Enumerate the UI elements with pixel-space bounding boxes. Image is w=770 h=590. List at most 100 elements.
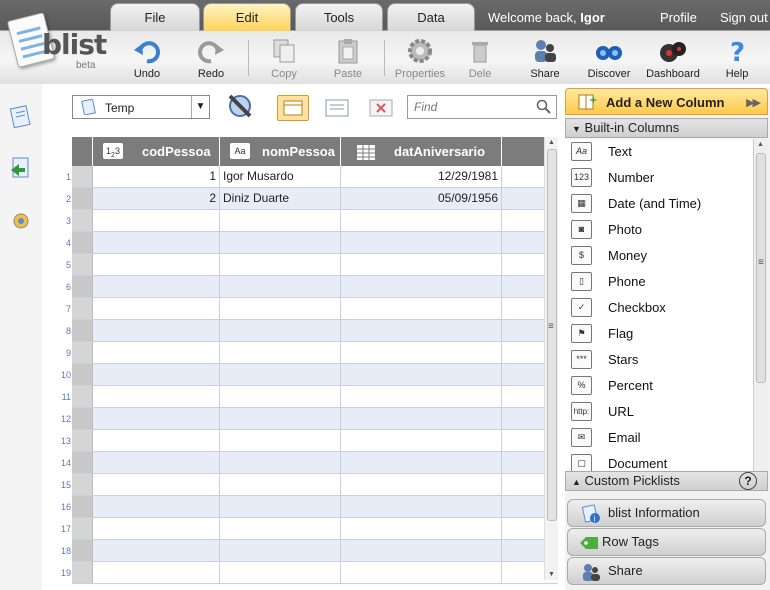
table-row[interactable] — [72, 364, 558, 386]
cell-nompessoa[interactable] — [220, 562, 341, 583]
discover-button[interactable]: Discover — [581, 34, 637, 82]
table-row[interactable] — [72, 496, 558, 518]
cell-codpessoa[interactable] — [93, 386, 220, 407]
row-select-handle[interactable] — [72, 474, 93, 495]
properties-button[interactable]: Properties — [392, 34, 448, 82]
dashboard-button[interactable]: Dashboard — [645, 34, 701, 82]
cell-nompessoa[interactable] — [220, 298, 341, 319]
column-type-document[interactable]: ▢ Document — [565, 451, 753, 471]
cell-nompessoa[interactable] — [220, 452, 341, 473]
tab-edit[interactable]: Edit — [203, 3, 291, 31]
cell-dataniversario[interactable] — [341, 276, 502, 297]
cell-dataniversario[interactable] — [341, 342, 502, 363]
paste-button[interactable]: Paste — [320, 34, 376, 82]
cell-dataniversario[interactable] — [341, 210, 502, 231]
row-select-handle[interactable] — [72, 496, 93, 517]
row-select-handle[interactable] — [72, 430, 93, 451]
cell-nompessoa[interactable] — [220, 518, 341, 539]
column-type-percent[interactable]: % Percent — [565, 373, 753, 399]
cell-nompessoa[interactable] — [220, 232, 341, 253]
cell-nompessoa[interactable] — [220, 540, 341, 561]
row-select-handle[interactable] — [72, 342, 93, 363]
undo-button[interactable]: Undo — [119, 34, 175, 82]
cell-nompessoa[interactable] — [220, 364, 341, 385]
row-select-handle[interactable] — [72, 562, 93, 583]
cell-dataniversario[interactable] — [341, 540, 502, 561]
delete-button[interactable]: Dele — [452, 34, 508, 82]
blist-information-button[interactable]: i blist Information — [567, 499, 766, 527]
row-select-handle[interactable] — [72, 210, 93, 231]
cell-codpessoa[interactable] — [93, 342, 220, 363]
cell-dataniversario[interactable] — [341, 386, 502, 407]
cell-dataniversario[interactable] — [341, 320, 502, 341]
table-row[interactable] — [72, 562, 558, 584]
cell-dataniversario[interactable] — [341, 364, 502, 385]
cell-codpessoa[interactable] — [93, 298, 220, 319]
table-row[interactable] — [72, 474, 558, 496]
row-tags-button[interactable]: Row Tags — [567, 528, 766, 556]
cell-codpessoa[interactable] — [93, 276, 220, 297]
cell-codpessoa[interactable] — [93, 452, 220, 473]
cell-nompessoa[interactable] — [220, 254, 341, 275]
column-type-text[interactable]: Aa Text — [565, 139, 753, 165]
share-button[interactable]: Share — [517, 34, 573, 82]
row-select-handle[interactable] — [72, 320, 93, 341]
cell-codpessoa[interactable]: 1 — [93, 166, 220, 187]
table-row[interactable] — [72, 320, 558, 342]
column-list-scrollbar[interactable]: ▲ ≡ — [753, 139, 768, 471]
copy-button[interactable]: Copy — [256, 34, 312, 82]
cell-dataniversario[interactable] — [341, 430, 502, 451]
select-all-cell[interactable] — [72, 137, 93, 166]
cell-nompessoa[interactable] — [220, 276, 341, 297]
column-header-nompessoa[interactable]: Aa nomPessoa — [220, 137, 341, 166]
add-new-column-button[interactable]: + Add a New Column ▶▶ — [565, 88, 768, 115]
cell-codpessoa[interactable] — [93, 518, 220, 539]
column-header-codpessoa[interactable]: 123 codPessoa — [93, 137, 220, 166]
cell-codpessoa[interactable] — [93, 364, 220, 385]
help-circle-icon[interactable]: ? — [739, 472, 757, 490]
row-select-handle[interactable] — [72, 452, 93, 473]
column-type-photo[interactable]: ◙ Photo — [565, 217, 753, 243]
share-panel-button[interactable]: Share — [567, 557, 766, 585]
scrollbar-thumb[interactable] — [547, 149, 557, 521]
cell-dataniversario[interactable]: 12/29/1981 — [341, 166, 502, 187]
cell-nompessoa[interactable] — [220, 320, 341, 341]
column-type-number[interactable]: 123 Number — [565, 165, 753, 191]
redo-button[interactable]: Redo — [183, 34, 239, 82]
table-row[interactable]: 1 Igor Musardo 12/29/1981 — [72, 166, 558, 188]
column-type-url[interactable]: http: URL — [565, 399, 753, 425]
tab-data[interactable]: Data — [387, 3, 475, 31]
find-box[interactable] — [407, 95, 557, 119]
row-select-handle[interactable] — [72, 188, 93, 209]
row-select-handle[interactable] — [72, 408, 93, 429]
table-row[interactable] — [72, 254, 558, 276]
row-select-handle[interactable] — [72, 364, 93, 385]
scroll-down-arrow-icon[interactable]: ▼ — [548, 571, 555, 578]
column-type-email[interactable]: ✉ Email — [565, 425, 753, 451]
row-select-handle[interactable] — [72, 232, 93, 253]
cell-dataniversario[interactable]: 05/09/1956 — [341, 188, 502, 209]
cell-nompessoa[interactable] — [220, 210, 341, 231]
column-type-money[interactable]: $ Money — [565, 243, 753, 269]
cell-dataniversario[interactable] — [341, 496, 502, 517]
remove-view-icon[interactable] — [366, 96, 396, 120]
cell-nompessoa[interactable] — [220, 408, 341, 429]
import-sheet-icon[interactable] — [9, 156, 33, 180]
table-row[interactable] — [72, 276, 558, 298]
column-type-date[interactable]: ▦ Date (and Time) — [565, 191, 753, 217]
tab-tools[interactable]: Tools — [295, 3, 383, 31]
table-row[interactable] — [72, 232, 558, 254]
table-row[interactable] — [72, 518, 558, 540]
cell-dataniversario[interactable] — [341, 474, 502, 495]
find-input[interactable] — [412, 97, 532, 117]
cell-codpessoa[interactable] — [93, 562, 220, 583]
cell-nompessoa[interactable] — [220, 342, 341, 363]
cell-dataniversario[interactable] — [341, 518, 502, 539]
cell-nompessoa[interactable] — [220, 430, 341, 451]
cell-codpessoa[interactable] — [93, 496, 220, 517]
cell-dataniversario[interactable] — [341, 562, 502, 583]
cell-codpessoa[interactable] — [93, 408, 220, 429]
cell-dataniversario[interactable] — [341, 452, 502, 473]
scrollbar-thumb[interactable] — [756, 153, 766, 383]
table-row[interactable] — [72, 210, 558, 232]
